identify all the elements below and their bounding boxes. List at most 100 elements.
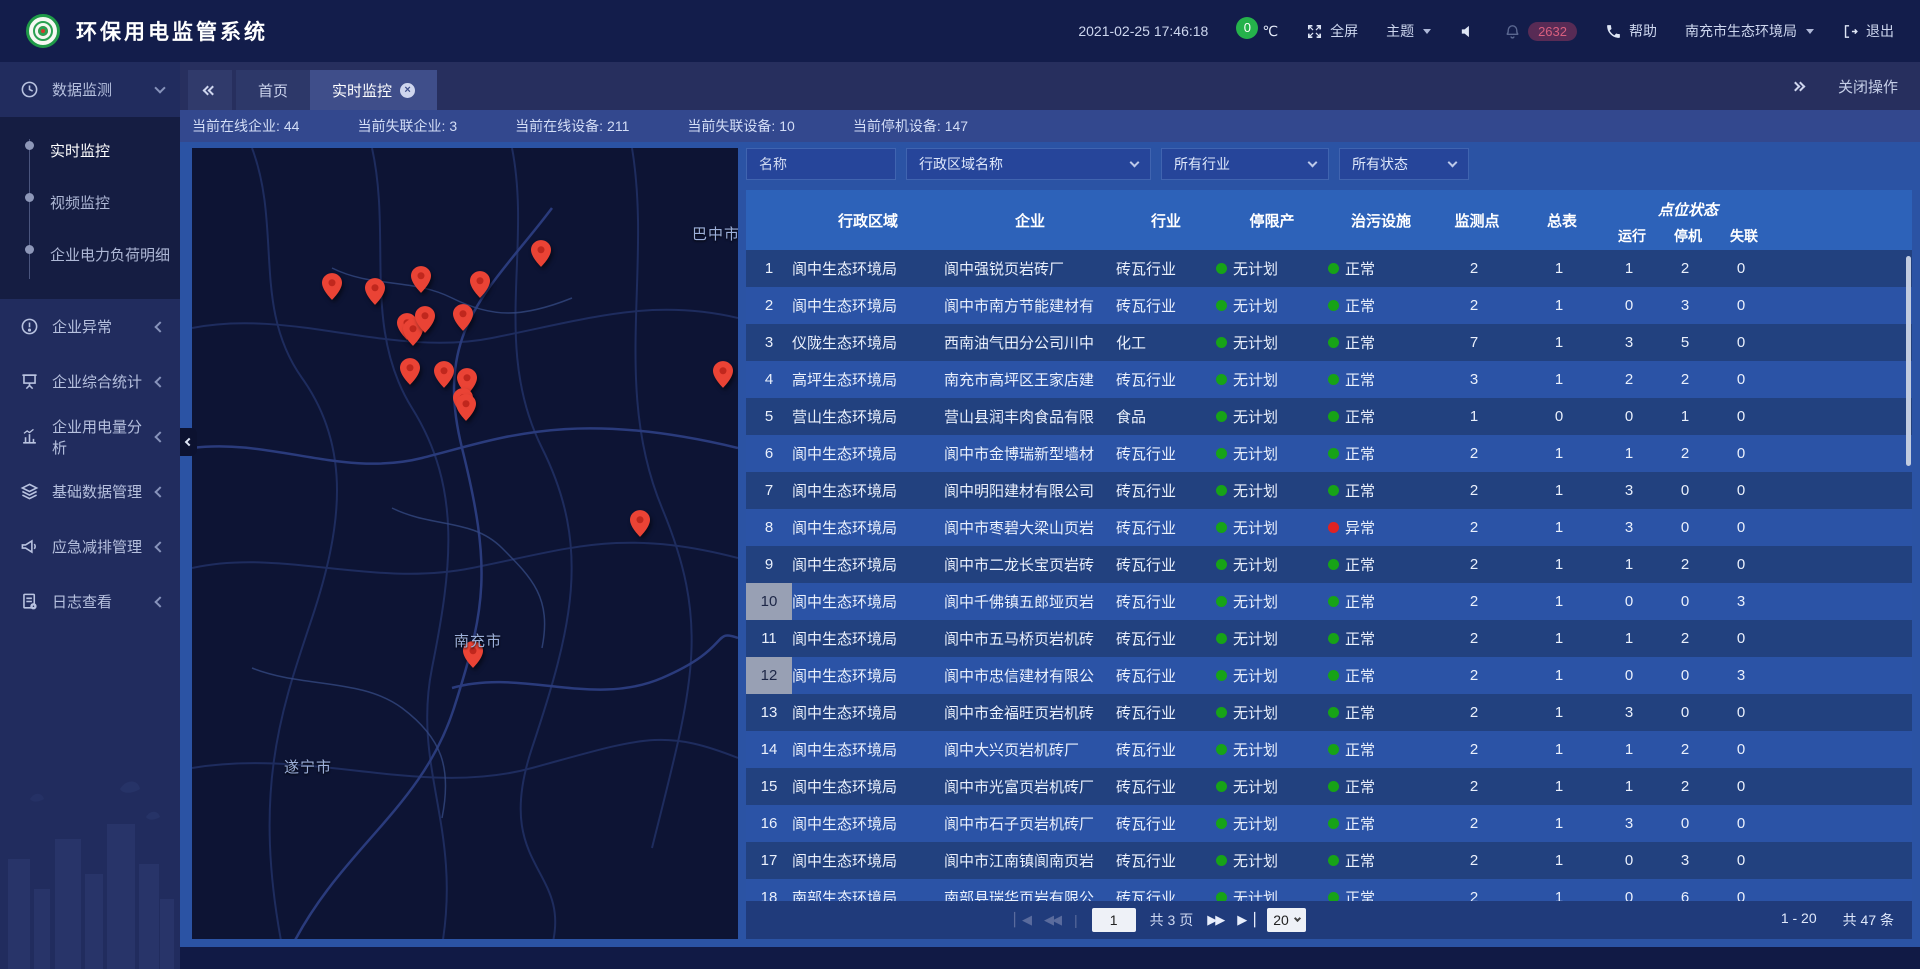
sidebar-item-power-usage-analysis[interactable]: 企业用电量分析: [0, 409, 180, 464]
cell-stop: 0: [1660, 593, 1716, 610]
name-filter[interactable]: [746, 148, 896, 180]
chevron-down-icon: [1130, 157, 1140, 167]
sidebar-item-enterprise-statistics[interactable]: 企业综合统计: [0, 354, 180, 409]
cell-limit: 无计划: [1216, 258, 1328, 279]
cell-limit-text: 无计划: [1233, 480, 1278, 501]
map-pin-icon[interactable]: [630, 510, 650, 537]
cell-total-text: 1: [1555, 593, 1563, 610]
sidebar-item-video-monitoring[interactable]: 视频监控: [0, 181, 180, 233]
cell-company: 阆中市枣碧大梁山页岩: [944, 517, 1116, 538]
row-index-text: 12: [761, 667, 778, 684]
cell-limit: 无计划: [1216, 813, 1328, 834]
table-row[interactable]: 8阆中生态环境局阆中市枣碧大梁山页岩砖瓦行业无计划异常21300: [746, 509, 1912, 546]
cell-industry-text: 砖瓦行业: [1116, 742, 1176, 759]
status-dot-icon: [1328, 559, 1339, 570]
cell-company: 阆中市江南镇阆南页岩: [944, 850, 1116, 871]
map-pin-icon[interactable]: [322, 273, 342, 300]
cell-region: 阆中生态环境局: [792, 443, 944, 464]
table-row[interactable]: 6阆中生态环境局阆中市金博瑞新型墙材砖瓦行业无计划正常21120: [746, 435, 1912, 472]
sidebar-collapse-button[interactable]: [180, 428, 197, 456]
table-row[interactable]: 3仪陇生态环境局西南油气田分公司川中化工无计划正常71350: [746, 324, 1912, 361]
alert-circle-icon: [20, 317, 39, 336]
page-number-input[interactable]: [1092, 908, 1136, 932]
table-row[interactable]: 4高坪生态环境局南充市高坪区王家店建砖瓦行业无计划正常31220: [746, 361, 1912, 398]
table-row[interactable]: 18南部生态环境局南部县瑞华页岩有限公砖瓦行业无计划正常21060: [746, 879, 1912, 901]
notifications[interactable]: 2632: [1504, 22, 1577, 41]
table-row[interactable]: 12阆中生态环境局阆中市忠信建材有限公砖瓦行业无计划正常21003: [746, 657, 1912, 694]
name-filter-input[interactable]: [759, 156, 883, 172]
table-row[interactable]: 16阆中生态环境局阆中市石子页岩机砖厂砖瓦行业无计划正常21300: [746, 805, 1912, 842]
table-row[interactable]: 17阆中生态环境局阆中市江南镇阆南页岩砖瓦行业无计划正常21030: [746, 842, 1912, 879]
logout-button[interactable]: 退出: [1842, 21, 1894, 41]
help-button[interactable]: 帮助: [1605, 21, 1657, 41]
map-pin-icon[interactable]: [453, 304, 473, 331]
table-row[interactable]: 9阆中生态环境局阆中市二龙长宝页岩砖砖瓦行业无计划正常21120: [746, 546, 1912, 583]
map-pin-icon[interactable]: [434, 361, 454, 388]
cell-total-text: 1: [1555, 260, 1563, 277]
fullscreen-label: 全屏: [1330, 21, 1358, 41]
cell-company-text: 阆中市南方节能建材有: [944, 298, 1094, 315]
status-filter-select[interactable]: 所有状态: [1339, 148, 1469, 180]
last-page-button[interactable]: ▶▕: [1237, 912, 1253, 928]
table-row[interactable]: 14阆中生态环境局阆中大兴页岩机砖厂砖瓦行业无计划正常21120: [746, 731, 1912, 768]
next-page-button[interactable]: ▶▶: [1207, 912, 1223, 928]
table-row[interactable]: 13阆中生态环境局阆中市金福旺页岩机砖砖瓦行业无计划正常21300: [746, 694, 1912, 731]
sound-toggle[interactable]: [1459, 23, 1476, 40]
table-row[interactable]: 7阆中生态环境局阆中明阳建材有限公司砖瓦行业无计划正常21300: [746, 472, 1912, 509]
table-row[interactable]: 15阆中生态环境局阆中市光富页岩机砖厂砖瓦行业无计划正常21120: [746, 768, 1912, 805]
sidebar-item-emergency-reduction[interactable]: 应急减排管理: [0, 519, 180, 574]
stat-lost-companies: 当前失联企业:3: [357, 116, 457, 136]
region-filter-select[interactable]: 行政区域名称: [906, 148, 1151, 180]
table-row[interactable]: 1阆中生态环境局阆中强锐页岩砖厂砖瓦行业无计划正常21120: [746, 250, 1912, 287]
tabs-scroll-left-button[interactable]: [188, 70, 232, 110]
chevron-down-icon: [1294, 915, 1301, 922]
table-row[interactable]: 5营山生态环境局营山县润丰肉食品有限食品无计划正常10010: [746, 398, 1912, 435]
theme-dropdown[interactable]: 主题: [1386, 21, 1431, 41]
cell-industry-text: 砖瓦行业: [1116, 705, 1176, 722]
cell-industry: 食品: [1116, 406, 1216, 427]
row-index: 7: [746, 472, 792, 509]
cell-region-text: 阆中生态环境局: [792, 853, 897, 870]
double-chevron-right-icon[interactable]: [1792, 83, 1804, 90]
sidebar-item-power-load-detail[interactable]: 企业电力负荷明细: [0, 233, 180, 285]
tab-home[interactable]: 首页: [236, 70, 310, 110]
fullscreen-button[interactable]: 全屏: [1306, 21, 1358, 41]
close-operations-button[interactable]: 关闭操作: [1838, 76, 1898, 97]
map-pin-icon[interactable]: [470, 271, 490, 298]
tab-label: 实时监控: [332, 80, 392, 101]
map-pin-icon[interactable]: [415, 306, 435, 333]
map-pin-icon[interactable]: [531, 240, 551, 267]
row-index-text: 5: [765, 408, 773, 425]
status-dot-icon: [1328, 892, 1339, 901]
prev-page-button[interactable]: ◀◀: [1044, 912, 1060, 928]
tab-realtime-monitoring[interactable]: 实时监控 ×: [310, 70, 437, 110]
sidebar-item-data-monitoring[interactable]: 数据监测: [0, 62, 180, 117]
cell-region-text: 阆中生态环境局: [792, 816, 897, 833]
map-panel[interactable]: 巴中市南充市遂宁市: [192, 148, 738, 939]
map-pin-icon[interactable]: [400, 358, 420, 385]
table-row[interactable]: 11阆中生态环境局阆中市五马桥页岩机砖砖瓦行业无计划正常21120: [746, 620, 1912, 657]
map-pin-icon[interactable]: [411, 266, 431, 293]
cell-total-text: 1: [1555, 519, 1563, 536]
cell-lost: 0: [1716, 260, 1772, 277]
tab-close-icon[interactable]: ×: [400, 83, 415, 98]
chevron-left-icon: [154, 431, 165, 442]
industry-filter-select[interactable]: 所有行业: [1161, 148, 1329, 180]
org-dropdown[interactable]: 南充市生态环境局: [1685, 21, 1814, 41]
table-row[interactable]: 10阆中生态环境局阆中千佛镇五郎垭页岩砖瓦行业无计划正常21003: [746, 583, 1912, 620]
table-row[interactable]: 2阆中生态环境局阆中市南方节能建材有砖瓦行业无计划正常21030: [746, 287, 1912, 324]
cell-stop: 0: [1660, 667, 1716, 684]
tabbar: 首页 实时监控 × 关闭操作: [180, 62, 1920, 110]
sidebar-item-realtime-monitoring[interactable]: 实时监控: [0, 129, 180, 181]
sidebar-item-log-view[interactable]: 日志查看: [0, 574, 180, 629]
sidebar-item-enterprise-abnormal[interactable]: 企业异常: [0, 299, 180, 354]
map-pin-icon[interactable]: [365, 278, 385, 305]
first-page-button[interactable]: ▏◀: [1014, 912, 1030, 928]
table-scrollbar[interactable]: [1906, 256, 1911, 466]
page-size-select[interactable]: 20: [1267, 908, 1306, 932]
map-pin-icon[interactable]: [456, 394, 476, 421]
map-pin-icon[interactable]: [713, 361, 733, 388]
app-header: 环保用电监管系统 2021-02-25 17:46:18 0 ℃ 全屏 主题: [0, 0, 1920, 62]
cell-region: 阆中生态环境局: [792, 665, 944, 686]
sidebar-item-base-data-management[interactable]: 基础数据管理: [0, 464, 180, 519]
